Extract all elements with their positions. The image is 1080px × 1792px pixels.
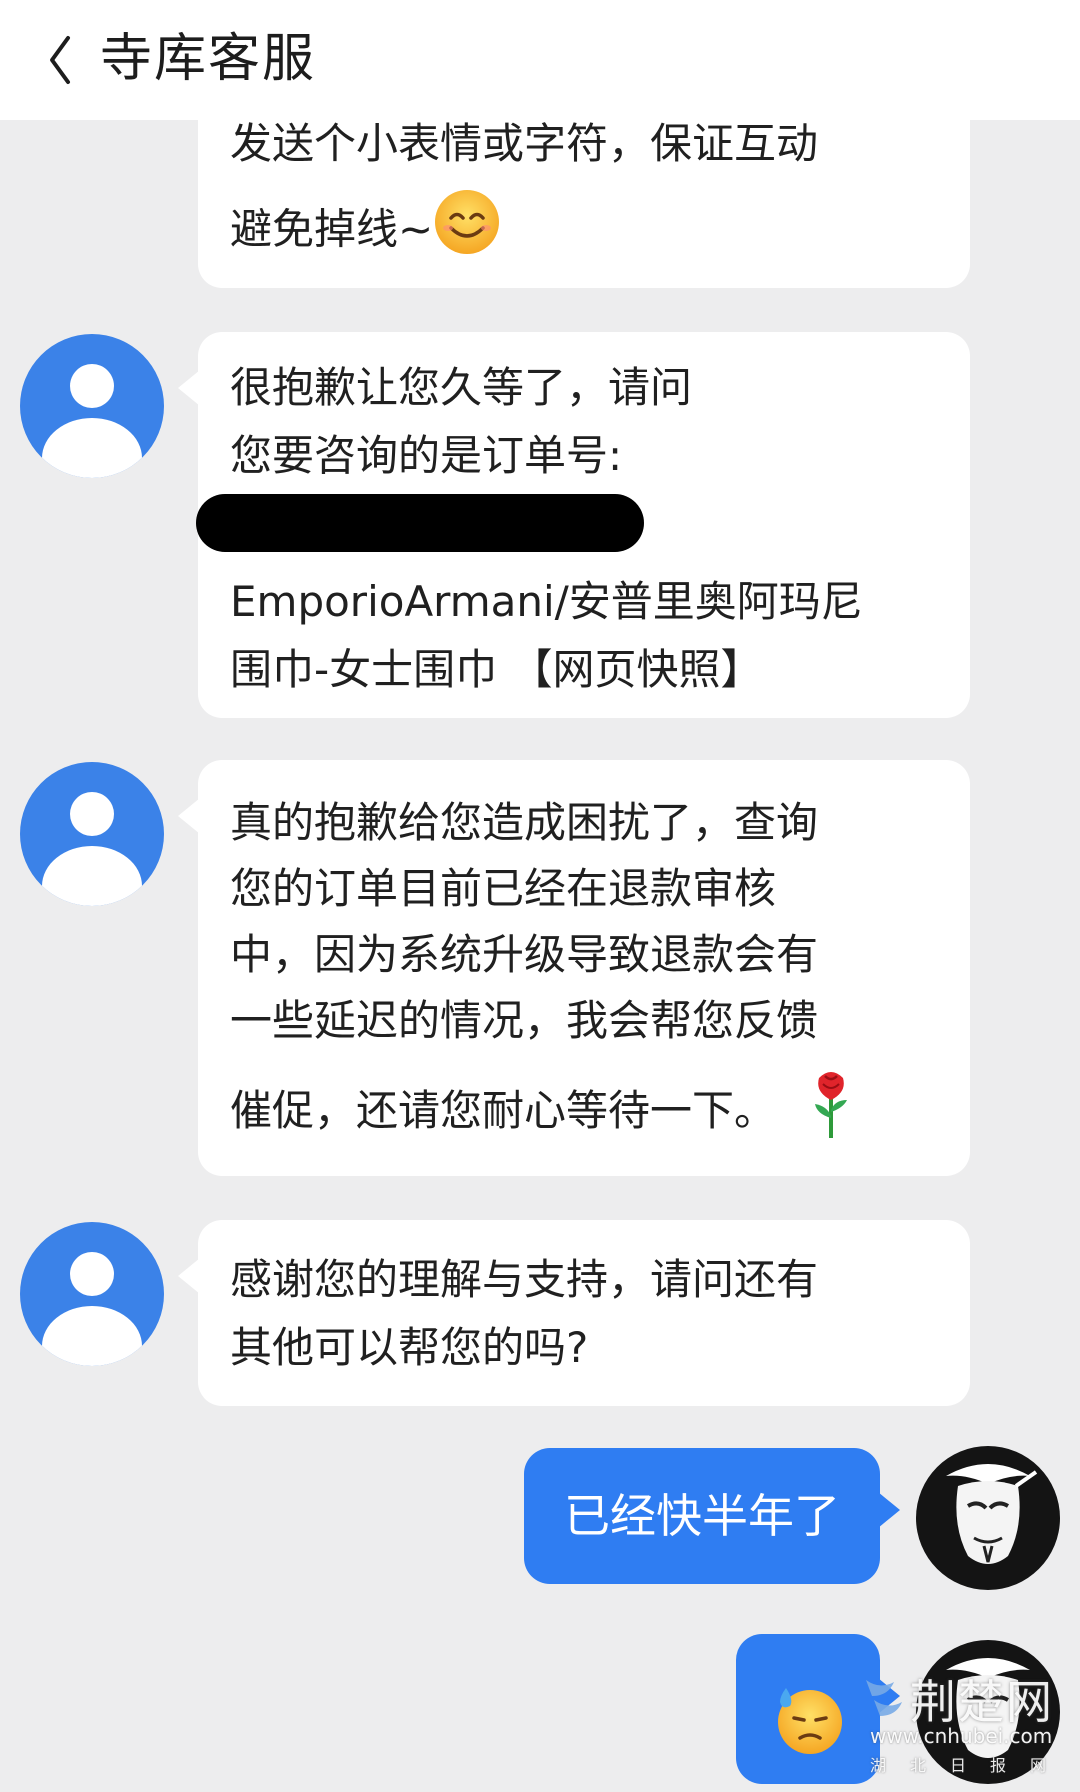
chat-area: 发送个小表情或字符，保证互动 避免掉线~ 很抱歉让您久等了，请问 您要咨询的是订…: [0, 0, 1080, 1792]
agent-message-bubble: 感谢您的理解与支持，请问还有 其他可以帮您的吗?: [178, 1220, 970, 1406]
agent-message-bubble: 发送个小表情或字符，保证互动 避免掉线~: [198, 96, 970, 288]
watermark-logo-icon: [866, 1680, 902, 1716]
watermark-text: 荆楚网: [910, 1675, 1054, 1729]
message-line: 真的抱歉给您造成困扰了，查询: [230, 798, 819, 847]
user-message-bubble: [736, 1634, 900, 1784]
bubble-tail: [878, 1492, 900, 1528]
message-line-with-emoji: 催促，还请您耐心等待一下。: [230, 1068, 938, 1159]
back-chevron-icon[interactable]: [40, 30, 80, 90]
avatar-head-shape: [70, 1252, 114, 1296]
message-text: 已经快半年了: [564, 1489, 840, 1543]
bubble-tail: [178, 798, 200, 834]
avatar-head-shape: [70, 364, 114, 408]
page-title: 寺库客服: [100, 29, 317, 89]
agent-avatar[interactable]: [20, 762, 164, 906]
message-line-with-emoji: 避免掉线~: [230, 188, 938, 276]
agent-avatar[interactable]: [20, 334, 164, 478]
bubble-tail: [178, 1258, 200, 1294]
message-line: 一些延迟的情况，我会帮您反馈: [230, 996, 819, 1045]
user-message-bubble: 已经快半年了: [524, 1448, 900, 1584]
avatar-body-shape: [42, 418, 142, 478]
watermark-subtitle: 湖北日报网: [870, 1756, 1071, 1775]
message-line: 您要咨询的是订单号:: [230, 431, 623, 480]
avatar-body-shape: [42, 846, 142, 906]
bubble-tail: [178, 370, 200, 406]
message-line: 感谢您的理解与支持，请问还有: [230, 1255, 819, 1304]
rose-emoji: [811, 1068, 851, 1159]
agent-message-bubble: 真的抱歉给您造成困扰了，查询 您的订单目前已经在退款审核 中，因为系统升级导致退…: [178, 760, 970, 1176]
message-line: EmporioArmani/安普里奥阿玛尼: [230, 577, 863, 626]
message-line: 发送个小表情或字符，保证互动: [230, 119, 819, 168]
agent-message-bubble: 很抱歉让您久等了，请问 您要咨询的是订单号: EmporioArmani/安普里…: [178, 332, 970, 718]
message-line: 其他可以帮您的吗?: [230, 1323, 589, 1372]
message-text: 避免掉线~: [230, 204, 434, 254]
avatar-head-shape: [70, 792, 114, 836]
message-line: 中，因为系统升级导致退款会有: [230, 930, 819, 979]
message-line: 围巾-女士围巾 【网页快照】: [230, 645, 763, 694]
agent-avatar[interactable]: [20, 1222, 164, 1366]
avatar-body-shape: [42, 1306, 142, 1366]
smiling-face-emoji: [433, 188, 501, 276]
downcast-sweat-face-emoji: [772, 1684, 846, 1769]
top-bar: 寺库客服: [0, 0, 1080, 120]
watermark: 荆楚网 www.cnhubei.com 湖北日报网: [860, 1660, 1070, 1780]
mask-icon: [946, 1464, 1038, 1564]
user-avatar[interactable]: [916, 1446, 1060, 1590]
message-line: 您的订单目前已经在退款审核: [230, 864, 777, 913]
message-line: 很抱歉让您久等了，请问: [230, 363, 693, 412]
redacted-order-number: [196, 494, 644, 552]
message-text: 催促，还请您耐心等待一下。: [230, 1086, 777, 1135]
watermark-url: www.cnhubei.com: [870, 1724, 1053, 1748]
